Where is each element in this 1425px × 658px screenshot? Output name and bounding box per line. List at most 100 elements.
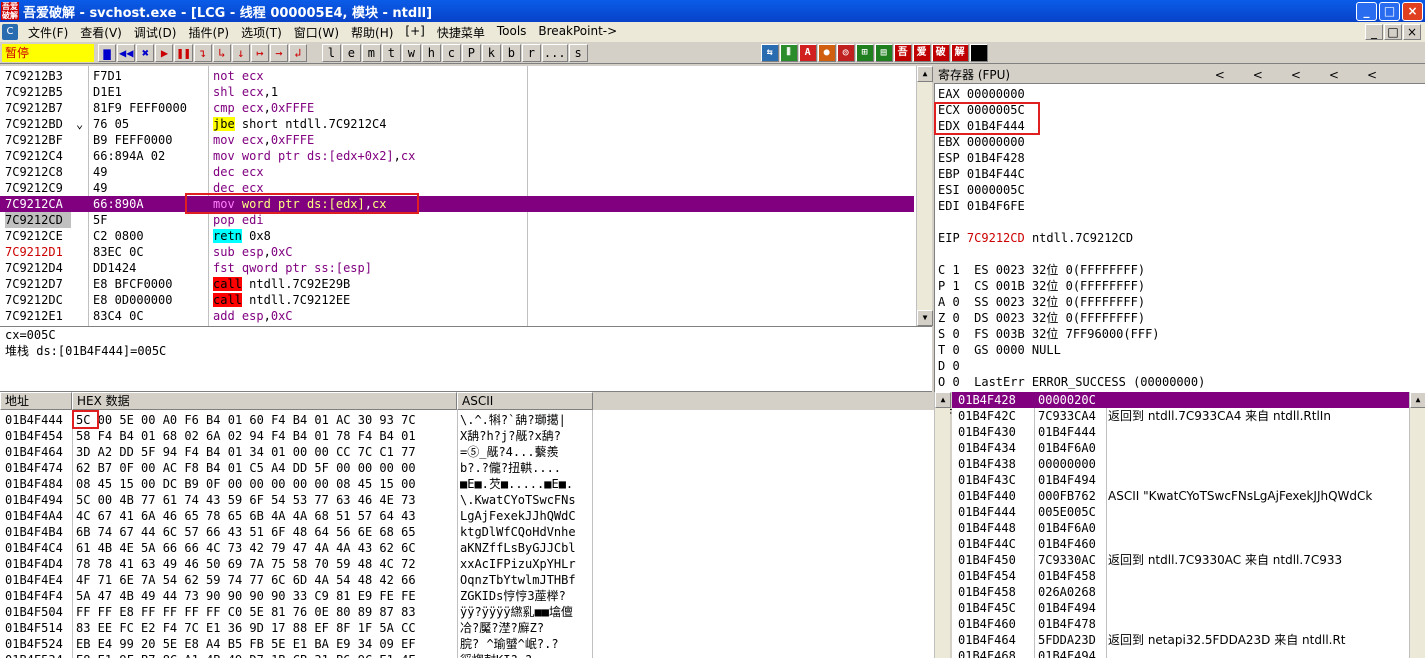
menu-item[interactable]: [+] — [399, 24, 430, 41]
disasm-row[interactable]: 7C9212CD 5F pop edi — [0, 212, 914, 228]
disasm-row[interactable]: 7C9212B3 F7D1 not ecx — [0, 68, 914, 84]
dump-row[interactable]: 01B4F4C4 61 4B 4E 5A 66 66 4C 73 42 79 47… — [0, 540, 934, 556]
dump-row[interactable]: 01B4F534 E8 E1 9F B7 8C A1 4B 49 D7 1B CB… — [0, 652, 934, 658]
toolbar-tool-icon[interactable]: 解 — [950, 43, 969, 62]
disassembly-panel[interactable]: 7C9212B3 F7D1 not ecx 7C9212B5 D1E1 shl ecx,1… — [0, 66, 918, 326]
disasm-row[interactable]: 7C9212C8 49 dec ecx — [0, 164, 914, 180]
disasm-row[interactable]: 7C9212CA 66:890A mov word ptr ds:[edx],cx — [0, 196, 914, 212]
menu-item[interactable]: 帮助(H) — [345, 24, 399, 41]
toolbar-window-button[interactable]: ... — [541, 43, 568, 62]
stack-row[interactable]: 01B4F434 01B4F6A0 — [952, 440, 1425, 456]
toolbar-window-button[interactable]: P — [461, 43, 481, 62]
stack-row[interactable]: 01B4F454 01B4F458 — [952, 568, 1425, 584]
disasm-row[interactable]: 7C9212C4 66:894A 02 mov word ptr ds:[edx+0… — [0, 148, 914, 164]
toolbar-tool-icon[interactable]: 吾 — [893, 43, 912, 62]
register-line[interactable]: EBP 01B4F44C — [938, 166, 1025, 182]
toolbar-button-icon[interactable]: ✖ — [136, 43, 155, 62]
dump-row[interactable]: 01B4F4B4 6B 74 67 44 6C 57 66 43 51 6F 48… — [0, 524, 934, 540]
register-line[interactable]: T 0 GS 0000 NULL — [938, 342, 1061, 358]
stack-row[interactable]: 01B4F42C 7C933CA4 返回到 ntdll.7C933CA4 来自 nt… — [952, 408, 1425, 424]
register-line[interactable]: S 0 FS 003B 32位 7FF96000(FFF) — [938, 326, 1160, 342]
stack-row[interactable]: 01B4F464 5FDDA23D 返回到 netapi32.5FDDA23D 来自… — [952, 632, 1425, 648]
register-line[interactable]: ESP 01B4F428 — [938, 150, 1025, 166]
disasm-row[interactable]: 7C9212DC E8 0D000000 call ntdll.7C9212EE — [0, 292, 914, 308]
register-line[interactable]: A 0 SS 0023 32位 0(FFFFFFFF) — [938, 294, 1145, 310]
toolbar-button-icon[interactable]: ↲ — [288, 43, 307, 62]
stack-row[interactable]: 01B4F430 01B4F444 — [952, 424, 1425, 440]
dump-scroll-up-icon[interactable]: ▲ — [935, 392, 951, 408]
toolbar-window-button[interactable]: e — [341, 43, 361, 62]
register-line[interactable]: D 0 — [938, 358, 960, 374]
toolbar-tool-icon[interactable]: ⦀ — [779, 43, 798, 62]
menu-item[interactable]: BreakPoint-> — [532, 24, 623, 41]
scroll-down-arrow-icon[interactable]: ▼ — [917, 310, 933, 326]
disasm-row[interactable]: 7C9212E1 83C4 0C add esp,0xC — [0, 308, 914, 324]
menu-item[interactable]: 选项(T) — [235, 24, 288, 41]
toolbar-window-button[interactable]: l — [321, 43, 341, 62]
app-icon[interactable]: 吾爱破解 — [1, 2, 19, 20]
toolbar-tool-icon[interactable]: ● — [817, 43, 836, 62]
minimize-button[interactable]: _ — [1356, 1, 1377, 21]
disasm-row[interactable]: 7C9212B7 81F9 FEFF0000 cmp ecx,0xFFFE — [0, 100, 914, 116]
toolbar-tool-icon[interactable]: ◎ — [836, 43, 855, 62]
toolbar-tool-icon[interactable]: 破 — [931, 43, 950, 62]
dump-row[interactable]: 01B4F464 3D A2 DD 5F 94 F4 B4 01 34 01 00… — [0, 444, 934, 460]
register-line[interactable]: P 1 CS 001B 32位 0(FFFFFFFF) — [938, 278, 1145, 294]
stack-row[interactable]: 01B4F43C 01B4F494 — [952, 472, 1425, 488]
dump-row[interactable]: 01B4F504 FF FF E8 FF FF FF FF C0 5E 81 76… — [0, 604, 934, 620]
dump-scrollbar[interactable]: ▲ — [934, 392, 951, 658]
toolbar-button-icon[interactable]: ▶ — [155, 43, 174, 62]
menu-item[interactable]: 调试(D) — [128, 24, 183, 41]
menu-item[interactable]: 快捷菜单 — [431, 24, 491, 41]
dump-row[interactable]: 01B4F494 5C 00 4B 77 61 74 43 59 6F 54 53… — [0, 492, 934, 508]
stack-row[interactable]: 01B4F458 026A0268 — [952, 584, 1425, 600]
stack-row[interactable]: 01B4F428 0000020C — [952, 392, 1425, 408]
menu-item[interactable]: 查看(V) — [74, 24, 128, 41]
toolbar-window-button[interactable]: b — [501, 43, 521, 62]
dump-col-ascii[interactable]: ASCII — [457, 392, 593, 410]
toolbar-tool-icon[interactable]: 爱 — [912, 43, 931, 62]
dump-row[interactable]: 01B4F4A4 4C 67 41 6A 46 65 78 65 6B 4A 4A… — [0, 508, 934, 524]
toolbar-button-icon[interactable]: ◀◀ — [117, 43, 136, 62]
maximize-button[interactable]: □ — [1379, 1, 1400, 21]
toolbar-tool-icon[interactable]: ⊞ — [855, 43, 874, 62]
dump-row[interactable]: 01B4F4F4 5A 47 4B 49 44 73 90 90 90 90 33… — [0, 588, 934, 604]
stack-panel[interactable]: 01B4F428 0000020C 01B4F42C 7C933CA4 返回到 ntdl… — [952, 392, 1425, 658]
dump-row[interactable]: 01B4F4E4 4F 71 6E 7A 54 62 59 74 77 6C 6D… — [0, 572, 934, 588]
disassembly-scrollbar[interactable]: ▲ ▼ — [916, 66, 933, 326]
toolbar-window-button[interactable]: s — [568, 43, 588, 62]
disasm-row[interactable]: 7C9212BD ⌄ 76 05 jbe short ntdll.7C9212C4 — [0, 116, 914, 132]
close-button[interactable]: × — [1402, 1, 1423, 21]
menu-item[interactable]: 插件(P) — [182, 24, 235, 41]
toolbar-button-icon[interactable]: ❚❚ — [174, 43, 193, 62]
stack-row[interactable]: 01B4F460 01B4F478 — [952, 616, 1425, 632]
disasm-row[interactable]: 7C9212D7 E8 BFCF0000 call ntdll.7C92E29B — [0, 276, 914, 292]
dump-row[interactable]: 01B4F444 5C 00 5E 00 A0 F6 B4 01 60 F4 B4… — [0, 412, 934, 428]
stack-row[interactable]: 01B4F444 005E005C — [952, 504, 1425, 520]
mdi-maximize-button[interactable]: □ — [1384, 24, 1402, 40]
stack-row[interactable]: 01B4F448 01B4F6A0 — [952, 520, 1425, 536]
register-line[interactable]: O 0 LastErr ERROR_SUCCESS (00000000) — [938, 374, 1205, 390]
disasm-row[interactable]: 7C9212C9 49 dec ecx — [0, 180, 914, 196]
disasm-row[interactable]: 7C9212D4 DD1424 fst qword ptr ss:[esp] — [0, 260, 914, 276]
stack-row[interactable]: 01B4F45C 01B4F494 — [952, 600, 1425, 616]
stack-row[interactable]: 01B4F468 01B4F494 — [952, 648, 1425, 658]
toolbar-tool-icon[interactable] — [969, 43, 988, 62]
toolbar-tool-icon[interactable]: ▤ — [874, 43, 893, 62]
mdi-minimize-button[interactable]: _ — [1365, 24, 1383, 40]
menu-item[interactable]: 文件(F) — [22, 24, 74, 41]
scroll-up-arrow-icon[interactable]: ▲ — [917, 66, 933, 82]
toolbar-tool-icon[interactable]: ⇆ — [760, 43, 779, 62]
toolbar-button-icon[interactable]: ↓ — [231, 43, 250, 62]
stack-scrollbar[interactable]: ▲ — [1409, 392, 1425, 658]
dump-row[interactable]: 01B4F514 83 EE FC E2 F4 7C E1 36 9D 17 88… — [0, 620, 934, 636]
toolbar-button-icon[interactable]: ↳ — [212, 43, 231, 62]
stack-scroll-up-icon[interactable]: ▲ — [1410, 392, 1425, 408]
stack-row[interactable]: 01B4F450 7C9330AC 返回到 ntdll.7C9330AC 来自 nt… — [952, 552, 1425, 568]
toolbar-button-icon[interactable]: → — [269, 43, 288, 62]
registers-header[interactable]: 寄存器 (FPU) <<<<< — [934, 66, 1425, 84]
register-line[interactable]: Z 0 DS 0023 32位 0(FFFFFFFF) — [938, 310, 1145, 326]
disasm-row[interactable]: 7C9212BF B9 FEFF0000 mov ecx,0xFFFE — [0, 132, 914, 148]
toolbar-window-button[interactable]: h — [421, 43, 441, 62]
stack-row[interactable]: 01B4F438 00000000 — [952, 456, 1425, 472]
